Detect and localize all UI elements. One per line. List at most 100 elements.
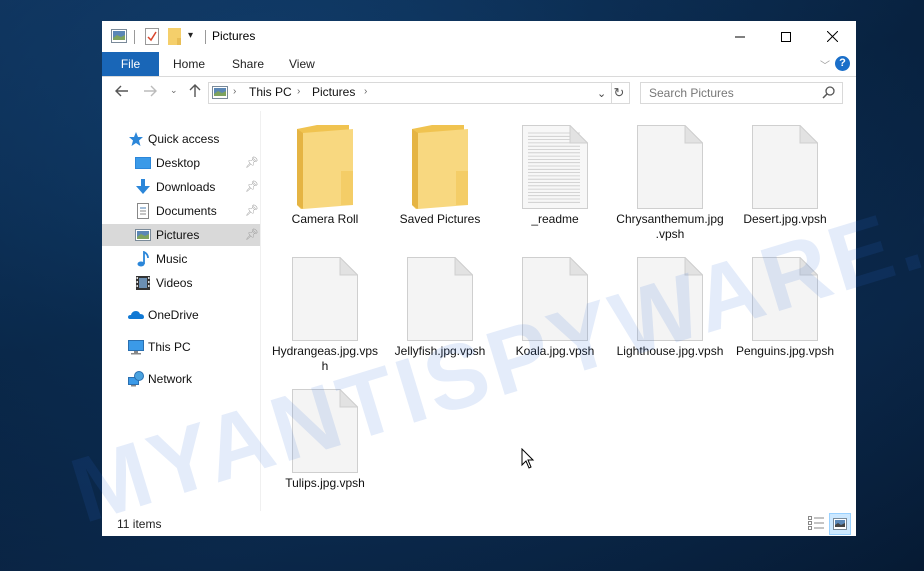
recent-locations-icon[interactable]: ⌄ xyxy=(170,85,178,96)
file-item[interactable]: Penguins.jpg.vpsh xyxy=(730,249,840,359)
breadcrumb-separator-icon[interactable]: › xyxy=(297,86,300,97)
file-item[interactable]: Desert.jpg.vpsh xyxy=(730,117,840,227)
pin-icon[interactable]: 📌︎ xyxy=(245,224,259,246)
tab-view[interactable]: View xyxy=(275,52,329,76)
breadcrumb-this-pc[interactable]: This PC xyxy=(249,85,292,99)
download-icon xyxy=(135,179,151,195)
sidebar-item-label: OneDrive xyxy=(148,308,199,322)
tab-share[interactable]: Share xyxy=(218,52,278,76)
customize-toolbar-icon[interactable]: ▾ xyxy=(188,30,193,41)
large-icons-view-icon xyxy=(833,518,847,530)
file-name: Penguins.jpg.vpsh xyxy=(735,344,835,358)
file-name: Jellyfish.jpg.vpsh xyxy=(394,344,486,358)
sidebar-item-this-pc[interactable]: This PC xyxy=(128,336,258,358)
network-icon xyxy=(128,371,144,387)
help-icon[interactable]: ? xyxy=(835,56,850,71)
file-item[interactable]: Hydrangeas.jpg.vpsh xyxy=(270,249,380,374)
file-icon xyxy=(270,249,380,341)
file-name: Hydrangeas.jpg.vpsh xyxy=(271,344,379,373)
file-icon xyxy=(615,249,725,341)
maximize-icon xyxy=(781,31,791,42)
pin-icon[interactable]: 📌︎ xyxy=(245,152,259,174)
pictures-library-icon xyxy=(111,29,127,48)
sidebar-item-label: Quick access xyxy=(148,132,220,146)
search-input[interactable]: Search Pictures xyxy=(649,86,734,100)
ribbon-tabs: File Home Share View ﹀ ? xyxy=(102,52,856,77)
file-name: Tulips.jpg.vpsh xyxy=(285,476,365,490)
refresh-button[interactable]: ↻ xyxy=(609,82,630,104)
pin-icon[interactable]: 📌︎ xyxy=(245,176,259,198)
sidebar-item-onedrive[interactable]: OneDrive xyxy=(128,304,258,326)
mouse-cursor-icon xyxy=(521,448,535,469)
minimize-icon xyxy=(735,36,745,37)
breadcrumb-separator-icon[interactable]: › xyxy=(233,86,236,97)
search-box[interactable]: Search Pictures xyxy=(640,82,843,104)
file-item[interactable]: _readme xyxy=(500,117,610,227)
file-item[interactable]: Saved Pictures xyxy=(385,117,495,227)
minimize-button[interactable] xyxy=(717,21,763,52)
sidebar-item-music[interactable]: Music xyxy=(135,248,260,270)
file-item[interactable]: Lighthouse.jpg.vpsh xyxy=(615,249,725,359)
expand-ribbon-icon[interactable]: ﹀ xyxy=(820,57,830,72)
text-file-icon xyxy=(500,117,610,209)
file-icon xyxy=(270,381,380,473)
details-view-button[interactable] xyxy=(808,516,824,535)
details-view-icon xyxy=(808,516,824,530)
breadcrumb-pictures[interactable]: Pictures xyxy=(312,85,355,99)
navigation-bar: ⌄ › This PC › Pictures › ⌄ ↻ Search Pict… xyxy=(102,77,856,109)
music-icon xyxy=(135,250,151,267)
sidebar-item-downloads[interactable]: Downloads 📌︎ xyxy=(135,176,260,198)
up-arrow-icon xyxy=(189,84,201,97)
file-name: Lighthouse.jpg.vpsh xyxy=(616,344,724,358)
status-bar: 11 items xyxy=(102,511,856,536)
file-explorer-window: ▾ Pictures File Home Share View ﹀ ? ⌄ › … xyxy=(102,21,856,536)
file-list: Camera Roll Saved Pictures _readme Chrysant… xyxy=(270,117,850,517)
close-button[interactable] xyxy=(809,21,855,52)
desktop-icon xyxy=(135,155,151,171)
forward-button[interactable] xyxy=(143,84,157,101)
sidebar-item-quick-access[interactable]: Quick access xyxy=(128,128,258,150)
properties-icon[interactable] xyxy=(145,28,159,50)
maximize-button[interactable] xyxy=(763,21,809,52)
address-dropdown-icon[interactable]: ⌄ xyxy=(597,87,606,100)
sidebar-item-label: Downloads xyxy=(156,180,216,194)
sidebar-item-desktop[interactable]: Desktop 📌︎ xyxy=(135,152,260,174)
folder-icon xyxy=(270,117,380,209)
new-folder-icon[interactable] xyxy=(168,28,181,50)
cloud-icon xyxy=(128,307,144,323)
tab-file[interactable]: File xyxy=(102,52,159,76)
file-name: _readme xyxy=(531,212,579,226)
sidebar-item-videos[interactable]: Videos xyxy=(135,272,260,294)
videos-icon xyxy=(135,275,151,291)
sidebar-item-network[interactable]: Network xyxy=(128,368,258,390)
file-name: Camera Roll xyxy=(291,212,359,226)
sidebar-item-documents[interactable]: Documents 📌︎ xyxy=(135,200,260,222)
pin-icon[interactable]: 📌︎ xyxy=(245,200,259,222)
folder-icon xyxy=(385,117,495,209)
breadcrumb-separator-icon[interactable]: › xyxy=(364,86,367,97)
tab-home[interactable]: Home xyxy=(159,52,219,76)
sidebar-item-pictures[interactable]: Pictures 📌︎ xyxy=(102,224,260,246)
file-item[interactable]: Chrysanthemum.jpg.vpsh xyxy=(615,117,725,242)
file-item[interactable]: Koala.jpg.vpsh xyxy=(500,249,610,359)
address-bar[interactable]: › This PC › Pictures › ⌄ xyxy=(208,82,612,104)
file-item[interactable]: Camera Roll xyxy=(270,117,380,227)
file-item[interactable]: Jellyfish.jpg.vpsh xyxy=(385,249,495,359)
up-button[interactable] xyxy=(189,84,201,102)
navigation-pane: Quick access Desktop 📌︎ Downloads 📌︎ Doc… xyxy=(102,111,261,511)
back-button[interactable] xyxy=(115,84,129,101)
file-icon xyxy=(385,249,495,341)
title-bar: ▾ Pictures xyxy=(102,21,856,52)
file-icon xyxy=(730,249,840,341)
pictures-location-icon xyxy=(212,86,228,104)
computer-icon xyxy=(128,339,144,355)
sidebar-item-label: Documents xyxy=(156,204,217,218)
large-icons-view-button[interactable] xyxy=(829,513,851,535)
documents-icon xyxy=(135,203,151,219)
title-separator xyxy=(205,30,206,44)
back-arrow-icon xyxy=(115,85,128,97)
file-icon xyxy=(730,117,840,209)
file-name: Chrysanthemum.jpg.vpsh xyxy=(616,212,724,241)
file-item[interactable]: Tulips.jpg.vpsh xyxy=(270,381,380,491)
close-icon xyxy=(826,31,838,42)
